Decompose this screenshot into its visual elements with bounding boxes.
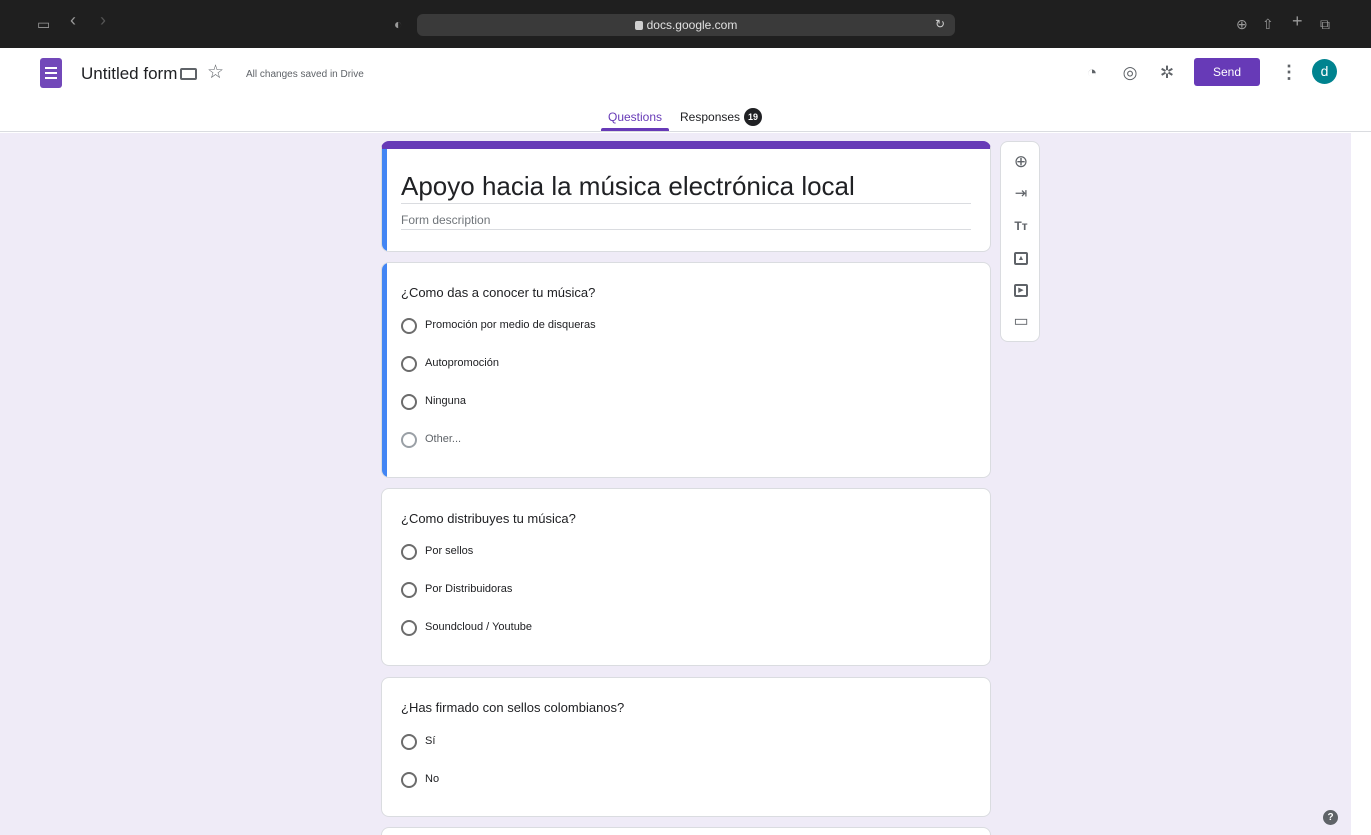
radio-button[interactable] [401,394,417,410]
question-card[interactable]: ¿Como das a conocer tu música? Promoción… [381,262,991,478]
add-section-icon[interactable]: ▭ [1012,313,1030,331]
address-bar[interactable]: docs.google.com ↻ [417,14,955,36]
floating-toolbar: ⊕ ⇥ Tт ▲ ▶ ▭ [1000,141,1040,342]
add-video-icon[interactable]: ▶ [1014,284,1028,297]
form-description-field[interactable]: Form description [401,213,490,227]
question-title[interactable]: ¿Has firmado con sellos colombianos? [401,700,624,715]
new-tab-icon[interactable]: + [1292,12,1303,30]
option-label: Autopromoción [425,357,499,369]
save-status: All changes saved in Drive [246,69,364,80]
radio-button[interactable] [401,318,417,334]
option-label: Soundcloud / Youtube [425,621,533,633]
tab-responses[interactable]: Responses [680,110,740,124]
option-label: Promoción por medio de disqueras [425,319,596,331]
tabs-overview-icon[interactable]: ⧉ [1320,16,1330,32]
add-question-icon[interactable]: ⊕ [1012,153,1030,171]
question-card[interactable]: ¿Has firmado con sellos colombianos? Sí … [381,677,991,817]
browser-toolbar: ▭ ‹ › ◐ docs.google.com ↻ ⊕ ⇧ + ⧉ [0,0,1371,48]
description-underline [401,229,971,230]
form-heading[interactable]: Apoyo hacia la música electrónica local [401,171,855,202]
share-icon[interactable]: ⇧ [1262,16,1274,32]
preview-eye-icon[interactable]: ◎ [1121,64,1139,82]
folder-icon[interactable] [180,68,197,80]
form-title[interactable]: Untitled form [81,64,177,84]
avatar[interactable]: d [1312,59,1337,84]
star-icon[interactable]: ☆ [207,61,224,84]
shield-icon[interactable]: ◐ [394,16,402,32]
forms-logo-icon[interactable] [40,58,62,88]
question-card[interactable]: ¿Como distribuyes tu música? Por sellos … [381,488,991,666]
option-label: Por sellos [425,545,474,557]
option-label: Ninguna [425,395,466,407]
help-icon[interactable]: ? [1323,810,1338,825]
reload-icon[interactable]: ↻ [935,17,945,31]
option-label: Other... [425,433,462,445]
radio-button[interactable] [401,356,417,372]
forward-icon[interactable]: › [100,11,106,29]
responses-count-badge: 19 [744,108,762,126]
radio-button[interactable] [401,620,417,636]
add-image-icon[interactable]: ▲ [1014,252,1028,265]
url-text: docs.google.com [646,18,738,32]
app-header: Untitled form ☆ All changes saved in Dri… [0,48,1371,132]
settings-gear-icon[interactable]: ✲ [1158,64,1176,82]
question-title[interactable]: ¿Como das a conocer tu música? [401,285,595,300]
import-questions-icon[interactable]: ⇥ [1012,185,1030,203]
send-button[interactable]: Send [1194,58,1260,86]
form-header-card[interactable]: Apoyo hacia la música electrónica local … [381,141,991,252]
radio-button[interactable] [401,734,417,750]
option-label: No [425,773,440,785]
active-tab-indicator [601,128,669,131]
title-underline [401,203,971,204]
palette-icon[interactable]: ◔ [1083,64,1101,82]
sidebar-icon[interactable]: ▭ [37,16,50,32]
more-options-icon[interactable]: ⋮ [1280,62,1298,83]
active-card-indicator [382,149,387,251]
add-title-icon[interactable]: Tт [1012,217,1030,235]
download-icon[interactable]: ⊕ [1236,16,1248,32]
lock-icon [634,21,643,30]
back-icon[interactable]: ‹ [70,11,76,29]
active-card-indicator [382,263,387,477]
option-label: Por Distribuidoras [425,583,513,595]
radio-button[interactable] [401,432,417,448]
radio-button[interactable] [401,544,417,560]
scrollbar-track[interactable] [1351,133,1371,835]
question-title[interactable]: ¿Como distribuyes tu música? [401,511,576,526]
question-card[interactable] [381,827,991,835]
radio-button[interactable] [401,582,417,598]
radio-button[interactable] [401,772,417,788]
option-label: Sí [425,735,436,747]
